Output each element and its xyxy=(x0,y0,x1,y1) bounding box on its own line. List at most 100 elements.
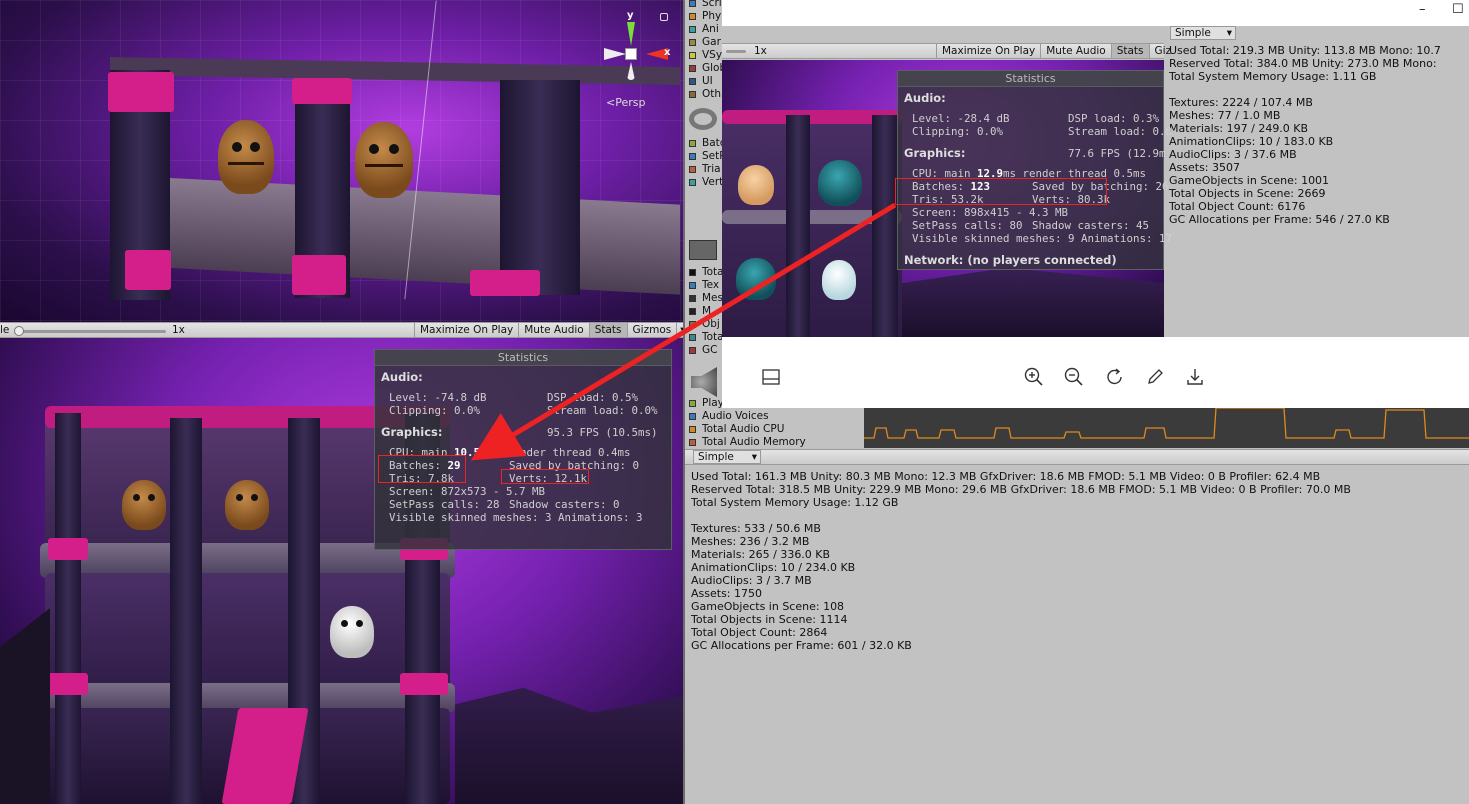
legend-physics[interactable]: Phy xyxy=(689,10,721,22)
legend-ui[interactable]: UI xyxy=(689,75,713,87)
legend-meshes[interactable]: Mes xyxy=(689,292,723,304)
highlight-box-verts xyxy=(501,469,589,484)
mem-line: GC Allocations per Frame: 546 / 27.0 KB xyxy=(1169,213,1390,226)
fps: 95.3 FPS (10.5ms) xyxy=(547,426,658,439)
legend-audio-cpu[interactable]: Total Audio CPU xyxy=(689,423,784,435)
memory-details-lower: Used Total: 161.3 MB Unity: 80.3 MB Mono… xyxy=(691,470,1351,652)
network-status: Network: (no players connected) xyxy=(904,253,1117,267)
legend-materials[interactable]: M xyxy=(689,305,711,317)
minimize-button[interactable]: – xyxy=(1419,2,1426,17)
scale-label: 1x xyxy=(172,324,185,336)
panel-icon[interactable] xyxy=(760,366,782,388)
gizmo-center[interactable] xyxy=(625,48,637,60)
ghost-creature[interactable] xyxy=(330,606,374,658)
dsp-load: DSP load: 0.5% xyxy=(547,391,639,404)
stats-panel-left: Statistics Audio: Level: -74.8 dB DSP lo… xyxy=(374,349,672,550)
maximize-on-play-button[interactable]: Maximize On Play xyxy=(414,323,518,337)
viewer-img-mute-button: Mute Audio xyxy=(1040,44,1110,58)
download-icon[interactable] xyxy=(1184,366,1206,388)
mem-line: Meshes: 77 / 1.0 MB xyxy=(1169,109,1281,122)
viewer-titlebar[interactable]: – ☐ xyxy=(722,0,1469,26)
speaker-icon[interactable] xyxy=(691,367,717,397)
legend-total[interactable]: Tota xyxy=(689,266,724,278)
zoom-in-icon[interactable] xyxy=(1023,366,1045,388)
legend-playing-audio[interactable]: Play xyxy=(689,397,724,409)
mem-spacer xyxy=(691,509,1351,522)
scene-view[interactable]: y x <Persp xyxy=(0,0,683,322)
memory-mode-dropdown[interactable]: Simple ▾ xyxy=(693,450,761,464)
skinned-meshes: Visible skinned meshes: 9 Animations: 17 xyxy=(912,232,1173,245)
mem-line: GC Allocations per Frame: 601 / 32.0 KB xyxy=(691,639,912,652)
mem-line: GameObjects in Scene: 108 xyxy=(691,600,845,613)
mem-line: AudioClips: 3 / 37.6 MB xyxy=(1169,148,1297,161)
mem-spacer xyxy=(1169,83,1441,96)
legend-garbage[interactable]: Gar xyxy=(689,36,721,48)
legend-textures[interactable]: Tex xyxy=(689,279,719,291)
mute-audio-button[interactable]: Mute Audio xyxy=(518,323,588,337)
mem-line: Reserved Total: 384.0 MB Unity: 273.0 MB… xyxy=(1169,57,1437,70)
edit-icon[interactable] xyxy=(1144,366,1166,388)
pink-cap xyxy=(108,72,174,112)
mem-line: Textures: 533 / 50.6 MB xyxy=(691,522,821,535)
highlight-box-batches xyxy=(378,455,466,483)
rotate-icon[interactable] xyxy=(1104,366,1126,388)
legend-triangles[interactable]: Tria xyxy=(689,163,721,175)
scale-slider[interactable] xyxy=(16,330,166,333)
profiler-legend-column: Scri Phy Ani Gar VSy Glob UI Oth Batc Se… xyxy=(685,0,726,408)
gizmo-x-label: x xyxy=(664,47,671,58)
legend-vsync[interactable]: VSy xyxy=(689,49,722,61)
mem-line: Used Total: 161.3 MB Unity: 80.3 MB Mono… xyxy=(691,470,1321,483)
audio-header: Audio: xyxy=(904,91,946,105)
legend-batches[interactable]: Batc xyxy=(689,137,726,149)
mem-line: Materials: 197 / 249.0 KB xyxy=(1169,122,1309,135)
gizmos-button[interactable]: Gizmos xyxy=(626,323,677,337)
mem-line: Total Object Count: 2864 xyxy=(691,626,828,639)
viewer-img-maximize-button: Maximize On Play xyxy=(936,44,1040,58)
screen-res: Screen: 898x415 - 4.3 MB xyxy=(912,206,1069,219)
creature[interactable] xyxy=(355,122,413,198)
stats-button[interactable]: Stats xyxy=(588,323,627,337)
scale-prefix: le xyxy=(0,324,10,336)
legend-objects[interactable]: Obj xyxy=(689,318,720,330)
memory-details-right: Used Total: 219.3 MB Unity: 113.8 MB Mon… xyxy=(1169,44,1441,226)
rendering-module-icon[interactable] xyxy=(689,108,717,130)
skinned-meshes: Visible skinned meshes: 3 Animations: 3 xyxy=(389,511,643,524)
zoom-out-icon[interactable] xyxy=(1063,366,1085,388)
stream-load: Stream load: 0.0% xyxy=(547,404,658,417)
audio-clipping: Clipping: 0.0% xyxy=(912,125,1004,138)
viewer-img-toolbar: 1x Maximize On Play Mute Audio Stats Giz xyxy=(722,43,1171,59)
image-viewer-window[interactable]: – ☐ 1x Maximize On Play Mute Audio Stats… xyxy=(722,0,1469,408)
fps: 77.6 FPS (12.9m xyxy=(1068,147,1166,160)
legend-gc[interactable]: GC xyxy=(689,344,717,356)
legend-audio-voices[interactable]: Audio Voices xyxy=(689,410,769,422)
legend-audio-memory[interactable]: Total Audio Memory xyxy=(689,436,806,448)
graphics-header: Graphics: xyxy=(381,425,443,439)
legend-total-objects[interactable]: Tota xyxy=(689,331,724,343)
screen-res: Screen: 872x573 - 5.7 MB xyxy=(389,485,546,498)
audio-graph[interactable] xyxy=(864,408,1469,448)
creature[interactable] xyxy=(122,480,166,530)
mem-line: Assets: 1750 xyxy=(691,587,762,600)
memory-module-icon[interactable] xyxy=(689,240,717,260)
audio-level: Level: -28.4 dB xyxy=(912,112,1010,125)
shadow-casters: Shadow casters: 45 xyxy=(1032,219,1150,232)
legend-scripts[interactable]: Scri xyxy=(689,0,722,9)
mem-line: Total Objects in Scene: 2669 xyxy=(1169,187,1326,200)
legend-vertices[interactable]: Vert xyxy=(689,176,723,188)
setpass-calls: SetPass calls: 28 xyxy=(389,498,500,511)
viewer-img-creature xyxy=(738,165,774,205)
shadow-casters: Shadow casters: 0 xyxy=(509,498,620,511)
legend-setpass[interactable]: SetP xyxy=(689,150,726,162)
render-thread: render thread 0.4ms xyxy=(507,446,631,459)
mem-line: Reserved Total: 318.5 MB Unity: 229.9 MB… xyxy=(691,483,1351,496)
maximize-button[interactable]: ☐ xyxy=(1452,2,1464,17)
creature[interactable] xyxy=(225,480,269,530)
legend-others[interactable]: Oth xyxy=(689,88,721,100)
legend-global[interactable]: Glob xyxy=(689,62,726,74)
legend-animation[interactable]: Ani xyxy=(689,23,719,35)
scale-slider-knob[interactable] xyxy=(14,326,24,336)
mem-line: Total Object Count: 6176 xyxy=(1169,200,1306,213)
persp-label[interactable]: <Persp xyxy=(606,96,645,109)
lock-icon[interactable] xyxy=(660,13,668,21)
creature[interactable] xyxy=(218,120,274,194)
